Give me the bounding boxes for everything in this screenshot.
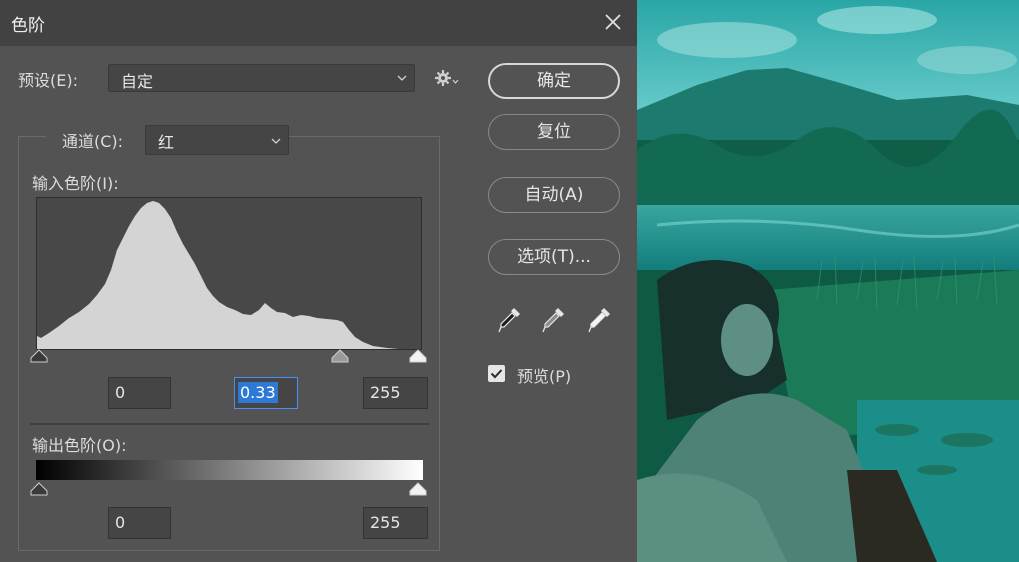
checkbox-icon (490, 369, 503, 379)
input-white-field[interactable]: 255 (363, 377, 428, 409)
histogram (36, 197, 422, 350)
white-eyedropper-icon[interactable] (587, 305, 613, 335)
title-bar[interactable]: 色阶 (0, 0, 637, 46)
output-white-value: 255 (370, 513, 401, 532)
channel-dropdown[interactable]: 红 (145, 125, 289, 155)
canvas-photo (637, 0, 1019, 562)
output-black-value: 0 (115, 513, 126, 532)
auto-button[interactable]: 自动(A) (488, 177, 620, 213)
gear-icon[interactable] (433, 67, 459, 91)
input-levels-label: 输入色阶(I): (32, 174, 119, 193)
output-black-field[interactable]: 0 (108, 507, 171, 539)
preview-checkbox[interactable] (488, 365, 505, 382)
output-white-field[interactable]: 255 (363, 507, 428, 539)
output-levels-label: 输出色阶(O): (32, 436, 127, 455)
options-button[interactable]: 选项(T)... (488, 239, 620, 275)
output-gradient (36, 460, 423, 480)
input-white-value: 255 (370, 383, 401, 402)
histogram-graph (37, 201, 399, 349)
input-gamma-slider[interactable] (331, 349, 349, 363)
output-black-slider[interactable] (30, 482, 48, 496)
close-icon[interactable] (601, 10, 625, 34)
input-black-slider[interactable] (30, 349, 48, 363)
reset-button[interactable]: 复位 (488, 114, 620, 150)
ok-button[interactable]: 确定 (488, 63, 620, 99)
chevron-down-icon (271, 138, 281, 144)
input-gamma-value: 0.33 (238, 382, 278, 403)
divider (30, 423, 429, 425)
input-gamma-field[interactable]: 0.33 (234, 377, 298, 409)
levels-dialog: 色阶 预设(E): 自定 通道(C): 红 输入色阶(I): 0 0.33 25… (0, 0, 637, 562)
input-white-slider[interactable] (409, 349, 427, 363)
channel-label: 通道(C): (62, 132, 124, 151)
document-canvas (637, 0, 1019, 562)
preset-label: 预设(E): (18, 71, 78, 90)
chevron-down-icon (397, 75, 407, 81)
output-white-slider[interactable] (409, 482, 427, 496)
preset-dropdown[interactable]: 自定 (108, 64, 415, 92)
gray-eyedropper-icon[interactable] (541, 305, 567, 335)
dialog-title: 色阶 (11, 16, 45, 36)
preview-label: 预览(P) (517, 367, 572, 386)
input-black-value: 0 (115, 383, 126, 402)
input-black-field[interactable]: 0 (108, 377, 171, 409)
channel-value: 红 (158, 133, 175, 152)
black-eyedropper-icon[interactable] (497, 305, 523, 335)
preset-value: 自定 (121, 72, 154, 91)
